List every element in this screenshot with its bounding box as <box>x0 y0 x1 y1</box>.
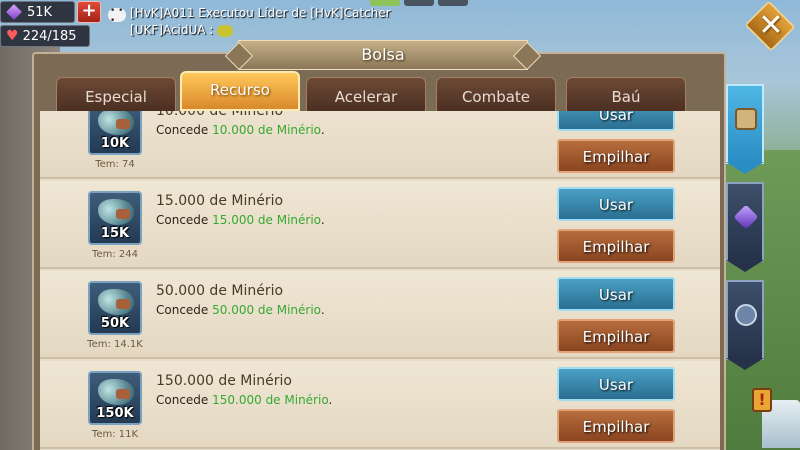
use-button[interactable]: Usar <box>557 367 675 401</box>
side-tab-gems[interactable] <box>726 182 764 272</box>
chat-line-1: [HvK]A011 Executou Líder de [HvK]Catcher <box>130 6 391 20</box>
item-description: Concede 15.000 de Minério. <box>156 213 325 227</box>
crystal-icon <box>733 204 759 230</box>
hp-value: 224/185 <box>22 28 77 44</box>
stack-button[interactable]: Empilhar <box>557 139 675 173</box>
thumb-label: 150K <box>96 406 134 421</box>
desc-suffix: . <box>320 303 325 317</box>
chat-line-2: [UKF]AcidUA : <box>110 22 391 39</box>
desc-prefix: Concede <box>156 213 213 227</box>
chat-feed[interactable]: [HvK]A011 Executou Líder de [HvK]Catcher… <box>110 5 391 39</box>
gem-icon <box>6 4 22 20</box>
stack-button[interactable]: Empilhar <box>557 319 675 353</box>
quest-notification[interactable]: ! <box>746 378 800 450</box>
chat-line-2-text: [UKF]AcidUA : <box>130 23 214 37</box>
desc-amount: 150.000 de Minério <box>212 393 329 407</box>
use-button[interactable]: Usar <box>557 277 675 311</box>
heart-icon: ♥ <box>6 28 19 44</box>
item-description: Concede 50.000 de Minério. <box>156 303 325 317</box>
desc-amount: 10.000 de Minério <box>212 123 321 137</box>
desc-prefix: Concede <box>156 303 213 317</box>
ore-thumbnail: 15K <box>88 191 142 245</box>
tab-acelerar[interactable]: Acelerar <box>306 77 426 111</box>
indicator-3 <box>438 0 468 6</box>
hp-counter: ♥ 224/185 <box>0 25 90 47</box>
bag-icon <box>735 108 757 130</box>
tab-especial[interactable]: Especial <box>56 77 176 111</box>
list-item: 150K Tem: 11K 150.000 de Minério Concede… <box>40 361 720 449</box>
item-title: 15.000 de Minério <box>156 193 284 209</box>
side-tab-shield[interactable] <box>726 280 764 370</box>
close-icon[interactable]: ✕ <box>758 6 784 46</box>
owned-count: Tem: 14.1K <box>87 339 143 350</box>
item-description: Concede 10.000 de Minério. <box>156 123 325 137</box>
desc-prefix: Concede <box>156 123 213 137</box>
ore-icon <box>98 111 134 135</box>
use-button[interactable]: Usar <box>557 187 675 221</box>
ore-icon <box>98 289 134 315</box>
list-item: 15K Tem: 244 15.000 de Minério Concede 1… <box>40 181 720 269</box>
indicator-2 <box>404 0 434 6</box>
desc-prefix: Concede <box>156 393 213 407</box>
item-title: 50.000 de Minério <box>156 283 284 299</box>
desc-amount: 50.000 de Minério <box>212 303 321 317</box>
side-tab-items[interactable] <box>726 84 764 174</box>
desc-suffix: . <box>320 123 325 137</box>
item-list[interactable]: 10K Tem: 74 10.000 de Minério Concede 10… <box>40 111 720 450</box>
indicator-1 <box>370 0 400 6</box>
tab-recurso[interactable]: Recurso <box>180 71 300 111</box>
owned-count: Tem: 74 <box>95 159 135 170</box>
thumb-label: 10K <box>100 136 130 151</box>
thumb-label: 15K <box>100 226 130 241</box>
ore-thumbnail: 10K <box>88 111 142 155</box>
item-title: 10.000 de Minério <box>156 111 284 119</box>
owned-count: Tem: 244 <box>92 249 138 260</box>
owned-count: Tem: 11K <box>91 429 139 440</box>
ore-thumbnail: 50K <box>88 281 142 335</box>
tab-bau[interactable]: Baú <box>566 77 686 111</box>
ore-icon <box>98 199 134 225</box>
panel-title: Bolsa <box>238 40 528 70</box>
desc-suffix: . <box>320 213 325 227</box>
shield-icon <box>735 304 757 326</box>
gems-counter: 51K <box>0 1 75 23</box>
item-description: Concede 150.000 de Minério. <box>156 393 332 407</box>
add-gems-button[interactable]: + <box>77 1 101 23</box>
tab-combate[interactable]: Combate <box>436 77 556 111</box>
list-item: 50K Tem: 14.1K 50.000 de Minério Concede… <box>40 271 720 359</box>
item-title: 150.000 de Minério <box>156 373 292 389</box>
ore-thumbnail: 150K <box>88 371 142 425</box>
emoji-icon <box>217 24 234 37</box>
use-button[interactable]: Usar <box>557 111 675 131</box>
category-tabs: Especial Recurso Acelerar Combate Baú <box>56 71 686 111</box>
desc-suffix: . <box>328 393 333 407</box>
list-item: 10K Tem: 74 10.000 de Minério Concede 10… <box>40 111 720 179</box>
desc-amount: 15.000 de Minério <box>212 213 321 227</box>
stack-button[interactable]: Empilhar <box>557 229 675 263</box>
ore-icon <box>98 379 134 405</box>
gems-value: 51K <box>27 4 53 20</box>
thumb-label: 50K <box>100 316 130 331</box>
stack-button[interactable]: Empilhar <box>557 409 675 443</box>
alert-icon: ! <box>752 388 772 412</box>
top-indicator <box>370 0 468 6</box>
